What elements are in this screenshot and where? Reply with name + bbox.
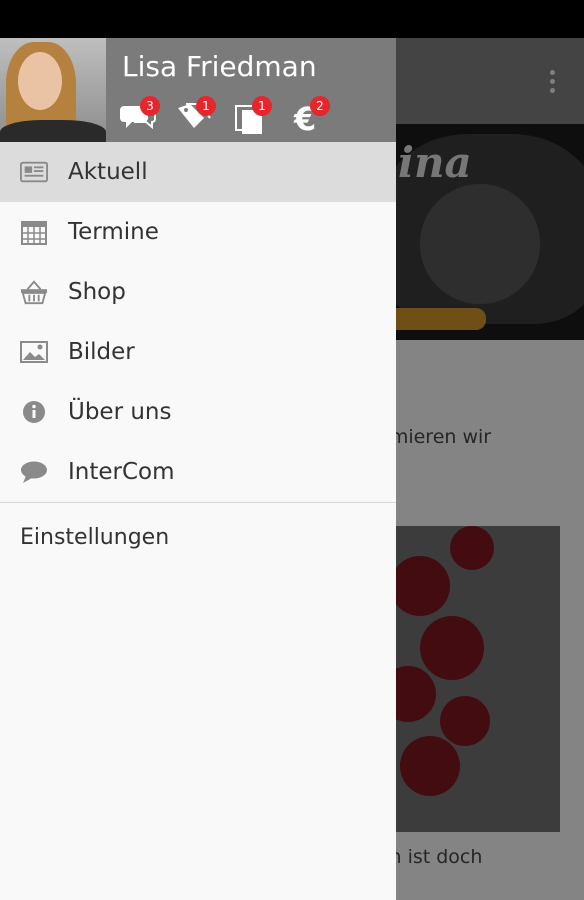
menu-item-intercom[interactable]: InterCom [0,442,396,502]
drawer-menu: Aktuell Termine Shop Bilder Über uns Int… [0,142,396,571]
menu-item-label: Shop [68,279,126,305]
menu-item-einstellungen[interactable]: Einstellungen [0,503,396,571]
chat-icon[interactable]: 3 [120,96,160,134]
menu-item-ueber-uns[interactable]: Über uns [0,382,396,442]
image-icon [20,340,48,364]
euro-icon[interactable]: € 2 [292,96,330,134]
menu-item-label: Aktuell [68,159,148,185]
newspaper-icon [20,160,48,184]
menu-item-label: InterCom [68,459,175,485]
info-icon [20,400,48,424]
calendar-icon [20,220,48,245]
notification-badge: 1 [196,96,216,116]
notification-badge: 2 [310,96,330,116]
notification-badge: 3 [140,96,160,116]
speech-bubble-icon [20,460,48,484]
notification-badge: 1 [252,96,272,116]
menu-item-aktuell[interactable]: Aktuell [0,142,396,202]
drawer-header: Lisa Friedman 3 1 1 € 2 [0,38,396,142]
menu-item-shop[interactable]: Shop [0,262,396,322]
user-name: Lisa Friedman [122,50,317,83]
tags-icon[interactable]: 1 [176,96,216,134]
avatar[interactable] [0,38,106,142]
status-bar [0,0,584,38]
menu-item-label: Über uns [68,399,172,425]
menu-item-label: Bilder [68,339,135,365]
basket-icon [20,280,48,305]
menu-item-bilder[interactable]: Bilder [0,322,396,382]
navigation-drawer: Lisa Friedman 3 1 1 € 2 Aktuell Termine … [0,38,396,900]
settings-label: Einstellungen [20,524,170,550]
menu-item-termine[interactable]: Termine [0,202,396,262]
menu-item-label: Termine [68,219,159,245]
documents-icon[interactable]: 1 [234,96,272,134]
